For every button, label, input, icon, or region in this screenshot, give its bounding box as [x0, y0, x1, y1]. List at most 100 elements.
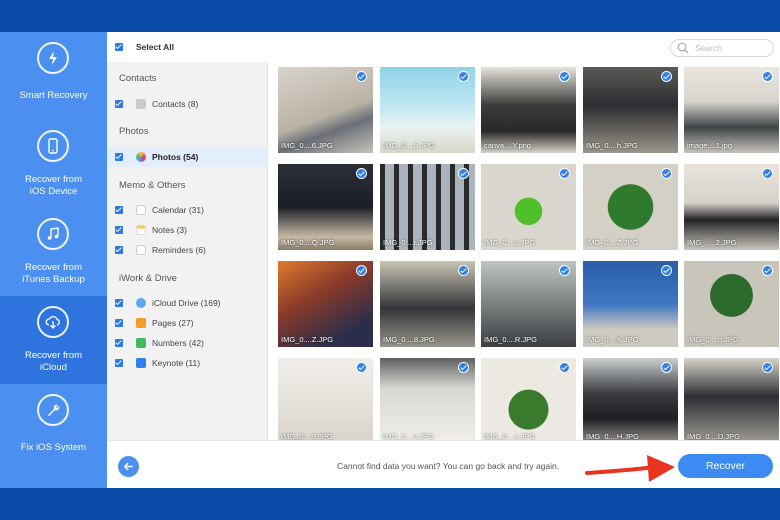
category-panel: Select All Contacts Contacts (8) Photos … [107, 32, 268, 440]
photo-thumbnail[interactable]: IMG_0....8.JPG [380, 261, 475, 347]
photo-thumbnail[interactable]: IMG_0....D.JPG [684, 358, 779, 444]
photo-checkbox[interactable] [661, 362, 672, 373]
photo-checkbox[interactable] [458, 71, 469, 82]
back-button[interactable] [118, 456, 139, 477]
photo-thumbnail[interactable]: IMG_0....H.JPG [583, 358, 678, 444]
keynote-icon [136, 358, 146, 368]
photo-checkbox[interactable] [458, 362, 469, 373]
category-label: Pages (27) [152, 318, 194, 328]
search-placeholder: Search [695, 43, 722, 53]
category-calendar[interactable]: Calendar (31) [107, 200, 268, 220]
category-label: Notes (3) [152, 225, 187, 235]
photo-filename: IMG_0....Z.JPG [281, 335, 334, 344]
photo-thumbnail[interactable]: IMG_0....K.JPG [583, 261, 678, 347]
red-arrow-icon [585, 455, 675, 482]
photo-filename: IMG_0....q.JPG [687, 335, 739, 344]
photo-checkbox[interactable] [458, 168, 469, 179]
category-icloud-drive[interactable]: iCloud Drive (169) [107, 293, 268, 313]
photo-thumbnail[interactable]: IMG_0....9.JPG [278, 358, 373, 444]
category-label: Numbers (42) [152, 338, 204, 348]
photo-filename: IMG_0....6.JPG [281, 141, 333, 150]
photo-thumbnail[interactable]: IMG_0....h.JPG [583, 67, 678, 153]
recover-button[interactable]: Recover [678, 454, 773, 478]
category-photos[interactable]: Photos (54) [107, 147, 268, 167]
contacts-icon [136, 99, 146, 109]
photo-thumbnail[interactable]: image....1.jpg [684, 67, 779, 153]
photo-filename: IMG_0....h.JPG [383, 141, 435, 150]
sidebar: Smart Recovery Recover from iOS Device R… [0, 32, 107, 488]
sidebar-item-smart-recovery[interactable]: Smart Recovery [0, 32, 107, 120]
photo-checkbox[interactable] [559, 265, 570, 276]
photo-thumbnail[interactable]: IMG_0....x.JPG [481, 358, 576, 444]
arrow-left-icon [123, 462, 133, 471]
category-checkbox[interactable] [115, 246, 123, 254]
photo-thumbnail[interactable]: canva....Y.png [481, 67, 576, 153]
photo-thumbnail[interactable]: IMG_0....6.JPG [278, 67, 373, 153]
category-keynote[interactable]: Keynote (11) [107, 353, 268, 373]
icloud-drive-icon [136, 298, 146, 308]
category-checkbox[interactable] [115, 339, 123, 347]
select-all-checkbox[interactable] [115, 43, 123, 51]
phone-icon [37, 130, 69, 162]
photo-filename: IMG_0....h.JPG [586, 141, 638, 150]
sidebar-item-icloud[interactable]: Recover from iCloud [0, 296, 107, 384]
photo-checkbox[interactable] [762, 362, 773, 373]
category-reminders[interactable]: Reminders (6) [107, 240, 268, 260]
photo-checkbox[interactable] [356, 168, 367, 179]
sidebar-item-fix-ios[interactable]: Fix iOS System [0, 384, 107, 472]
photos-panel: Search IMG_0....6.JPG IMG_0....h.JPG canva… [269, 32, 780, 444]
sidebar-item-label: Recover from [24, 350, 82, 361]
category-label: Reminders (6) [152, 245, 206, 255]
category-checkbox[interactable] [115, 359, 123, 367]
photo-checkbox[interactable] [458, 265, 469, 276]
footer-bar: Cannot find data you want? You can go ba… [107, 440, 780, 488]
sidebar-item-label: Recover from [24, 174, 82, 185]
category-checkbox[interactable] [115, 299, 123, 307]
photo-thumbnail[interactable]: IMG_.....2.JPG [684, 164, 779, 250]
category-contacts[interactable]: Contacts (8) [107, 94, 268, 114]
category-notes[interactable]: Notes (3) [107, 220, 268, 240]
sidebar-item-label: iCloud [40, 362, 67, 373]
category-checkbox[interactable] [115, 153, 123, 161]
photo-checkbox[interactable] [356, 362, 367, 373]
photo-thumbnail[interactable]: IMG_0....q.JPG [684, 261, 779, 347]
category-checkbox[interactable] [115, 100, 123, 108]
sidebar-item-itunes-backup[interactable]: Recover from iTunes Backup [0, 208, 107, 296]
category-label: iCloud Drive (169) [152, 298, 221, 308]
photo-checkbox[interactable] [356, 71, 367, 82]
photo-filename: IMG_0....8.JPG [383, 335, 435, 344]
smart-recovery-icon [37, 42, 69, 74]
photo-grid: IMG_0....6.JPG IMG_0....h.JPG canva....Y.p… [278, 67, 780, 447]
category-checkbox[interactable] [115, 319, 123, 327]
photo-thumbnail[interactable]: IMG_0....R.JPG [481, 261, 576, 347]
category-pages[interactable]: Pages (27) [107, 313, 268, 333]
search-input[interactable]: Search [670, 39, 774, 57]
sidebar-item-label: Fix iOS System [20, 442, 87, 453]
photo-thumbnail[interactable]: IMG_0....Z.JPG [278, 261, 373, 347]
photo-thumbnail[interactable]: IMG_0....r.JPG [380, 164, 475, 250]
photo-checkbox[interactable] [762, 71, 773, 82]
photo-filename: IMG_0....c.JPG [484, 238, 536, 247]
category-numbers[interactable]: Numbers (42) [107, 333, 268, 353]
select-all-row[interactable]: Select All [107, 32, 268, 62]
photo-thumbnail[interactable]: IMG_0....h.JPG [380, 67, 475, 153]
photo-checkbox[interactable] [559, 362, 570, 373]
photo-thumbnail[interactable]: IMG_0....v.JPG [380, 358, 475, 444]
photo-checkbox[interactable] [559, 168, 570, 179]
category-checkbox[interactable] [115, 226, 123, 234]
photo-checkbox[interactable] [661, 71, 672, 82]
category-label: Keynote (11) [152, 358, 201, 368]
sidebar-item-ios-device[interactable]: Recover from iOS Device [0, 120, 107, 208]
photo-checkbox[interactable] [762, 168, 773, 179]
photo-thumbnail[interactable]: IMG_0....Q.JPG [278, 164, 373, 250]
photo-thumbnail[interactable]: IMG_0....c.JPG [481, 164, 576, 250]
photo-thumbnail[interactable]: IMG_0....Z.JPG [583, 164, 678, 250]
sidebar-item-label: iOS Device [29, 186, 78, 197]
photo-checkbox[interactable] [661, 265, 672, 276]
photo-checkbox[interactable] [559, 71, 570, 82]
photo-checkbox[interactable] [762, 265, 773, 276]
photo-checkbox[interactable] [661, 168, 672, 179]
category-checkbox[interactable] [115, 206, 123, 214]
photo-checkbox[interactable] [356, 265, 367, 276]
sidebar-item-label: iTunes Backup [22, 274, 85, 285]
